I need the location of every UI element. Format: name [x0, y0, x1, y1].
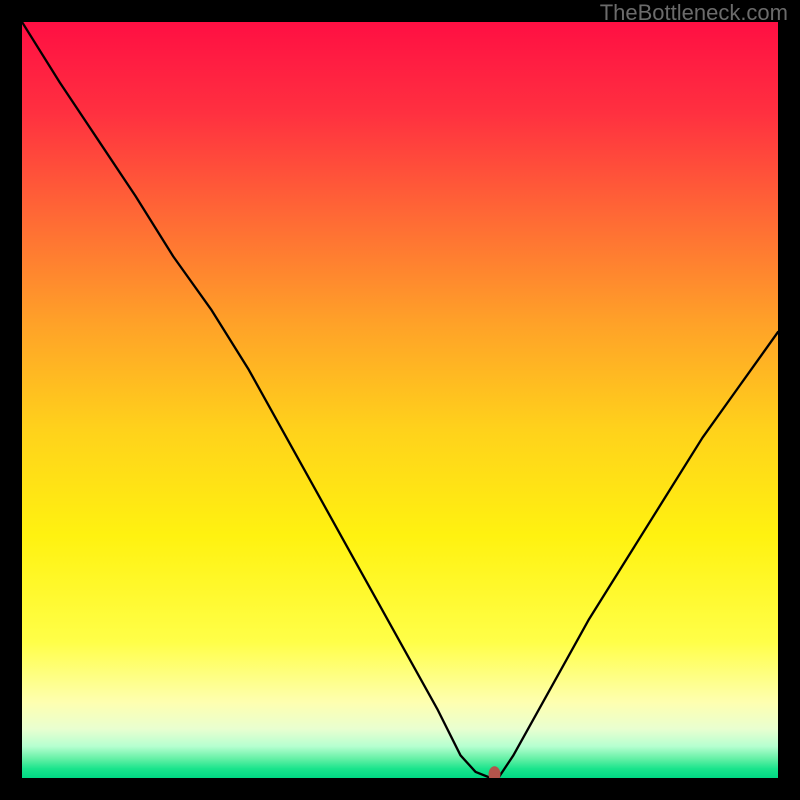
chart-container: TheBottleneck.com — [0, 0, 800, 800]
chart-background-gradient — [22, 22, 778, 778]
bottleneck-chart — [22, 22, 778, 778]
watermark-text: TheBottleneck.com — [600, 0, 788, 26]
